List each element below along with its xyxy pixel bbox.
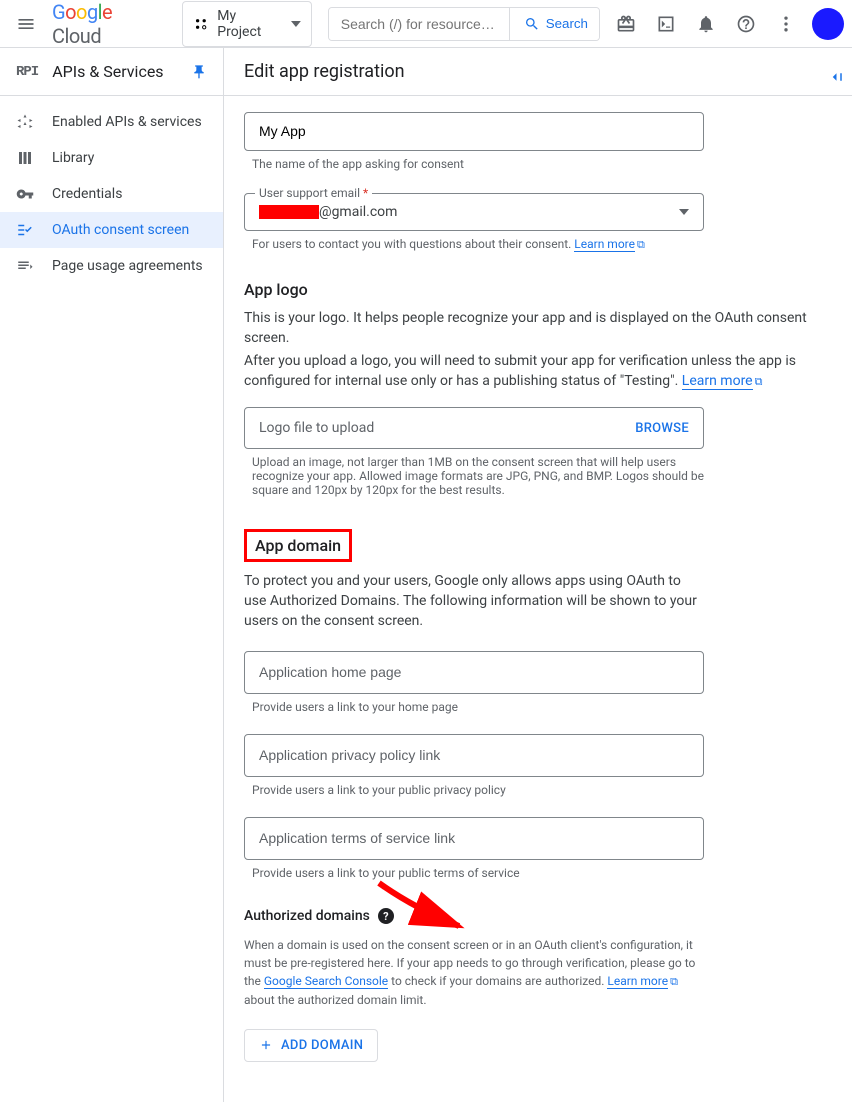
sidebar-item-credentials[interactable]: Credentials (0, 176, 223, 212)
key-icon (16, 185, 36, 203)
plus-icon (259, 1038, 273, 1052)
app-domain-desc: To protect you and your users, Google on… (244, 572, 704, 631)
learn-more-link[interactable]: Learn more (574, 237, 635, 252)
main: Edit app registration The name of the ap… (224, 48, 852, 1102)
external-link-icon: ⧉ (670, 975, 678, 988)
logo-upload-field[interactable]: Logo file to upload BROWSE (244, 407, 704, 449)
app-name-input[interactable] (259, 123, 689, 139)
help-icon[interactable] (728, 6, 764, 42)
learn-more-link[interactable]: Learn more (682, 373, 753, 390)
home-page-field[interactable] (244, 651, 704, 694)
tos-help: Provide users a link to your public term… (252, 866, 832, 880)
privacy-policy-input[interactable] (259, 747, 689, 763)
project-name: My Project (217, 8, 283, 40)
help-tooltip-icon[interactable]: ? (378, 908, 394, 924)
logo-upload-help: Upload an image, not larger than 1MB on … (252, 455, 704, 497)
sidebar: RPI APIs & Services Enabled APIs & servi… (0, 48, 224, 1102)
sidebar-item-page-usage[interactable]: Page usage agreements (0, 248, 223, 284)
api-icon: RPI (16, 64, 38, 80)
browse-button[interactable]: BROWSE (635, 421, 689, 436)
sidebar-item-label: OAuth consent screen (52, 222, 189, 238)
add-domain-button[interactable]: ADD DOMAIN (244, 1029, 378, 1062)
cloud-shell-icon[interactable] (648, 6, 684, 42)
avatar[interactable] (812, 8, 844, 40)
authorized-domains-header: Authorized domains ? (244, 908, 832, 924)
consent-icon (16, 221, 36, 239)
agreements-icon (16, 257, 36, 275)
email-suffix: @gmail.com (319, 204, 397, 220)
top-header: Google Cloud My Project Search (0, 0, 852, 48)
more-icon[interactable] (768, 6, 804, 42)
home-page-help: Provide users a link to your home page (252, 700, 832, 714)
sidebar-item-label: Page usage agreements (52, 258, 203, 274)
collapse-panel-icon[interactable] (818, 60, 852, 94)
search-input[interactable] (329, 8, 509, 40)
app-name-field[interactable] (244, 112, 704, 151)
app-logo-desc1: This is your logo. It helps people recog… (244, 309, 832, 348)
logo-upload-label: Logo file to upload (259, 420, 374, 436)
search-icon (524, 16, 540, 32)
home-page-input[interactable] (259, 664, 689, 680)
header-utilities (608, 6, 844, 42)
privacy-policy-help: Provide users a link to your public priv… (252, 783, 832, 797)
app-domain-heading: App domain (244, 529, 352, 562)
chevron-down-icon (291, 21, 301, 27)
sidebar-header: RPI APIs & Services (0, 48, 223, 96)
project-icon (193, 16, 209, 32)
tos-field[interactable] (244, 817, 704, 860)
search-button[interactable]: Search (509, 8, 600, 40)
external-link-icon: ⧉ (637, 238, 645, 251)
library-icon (16, 149, 36, 167)
learn-more-link[interactable]: Learn more (607, 974, 668, 989)
external-link-icon: ⧉ (755, 375, 763, 388)
project-picker[interactable]: My Project (182, 1, 311, 47)
tos-input[interactable] (259, 830, 689, 846)
sidebar-item-oauth-consent[interactable]: OAuth consent screen (0, 212, 223, 248)
chevron-down-icon (679, 209, 689, 215)
privacy-policy-field[interactable] (244, 734, 704, 777)
sidebar-title: APIs & Services (52, 62, 163, 81)
notifications-icon[interactable] (688, 6, 724, 42)
app-logo-desc2: After you upload a logo, you will need t… (244, 352, 832, 391)
app-logo-heading: App logo (244, 280, 832, 299)
app-name-help: The name of the app asking for consent (252, 157, 832, 171)
user-email-help: For users to contact you with questions … (252, 237, 832, 252)
user-email-label: User support email * (255, 186, 372, 200)
gift-icon[interactable] (608, 6, 644, 42)
main-header: Edit app registration (224, 48, 852, 96)
sidebar-item-label: Enabled APIs & services (52, 114, 202, 130)
menu-icon[interactable] (8, 6, 44, 42)
sidebar-item-label: Library (52, 150, 94, 166)
search-container: Search (328, 7, 600, 41)
enabled-apis-icon (16, 113, 36, 131)
pin-icon[interactable] (191, 64, 207, 80)
sidebar-item-label: Credentials (52, 186, 122, 202)
redacted-email-prefix (259, 205, 319, 219)
authorized-domains-heading: Authorized domains (244, 908, 370, 924)
user-support-email-field[interactable]: User support email * @gmail.com (244, 193, 704, 231)
sidebar-item-library[interactable]: Library (0, 140, 223, 176)
authorized-domains-text: When a domain is used on the consent scr… (244, 936, 704, 1009)
google-cloud-logo[interactable]: Google Cloud (52, 0, 166, 48)
google-search-console-link[interactable]: Google Search Console (264, 974, 388, 989)
sidebar-item-enabled-apis[interactable]: Enabled APIs & services (0, 104, 223, 140)
page-title: Edit app registration (244, 61, 405, 82)
